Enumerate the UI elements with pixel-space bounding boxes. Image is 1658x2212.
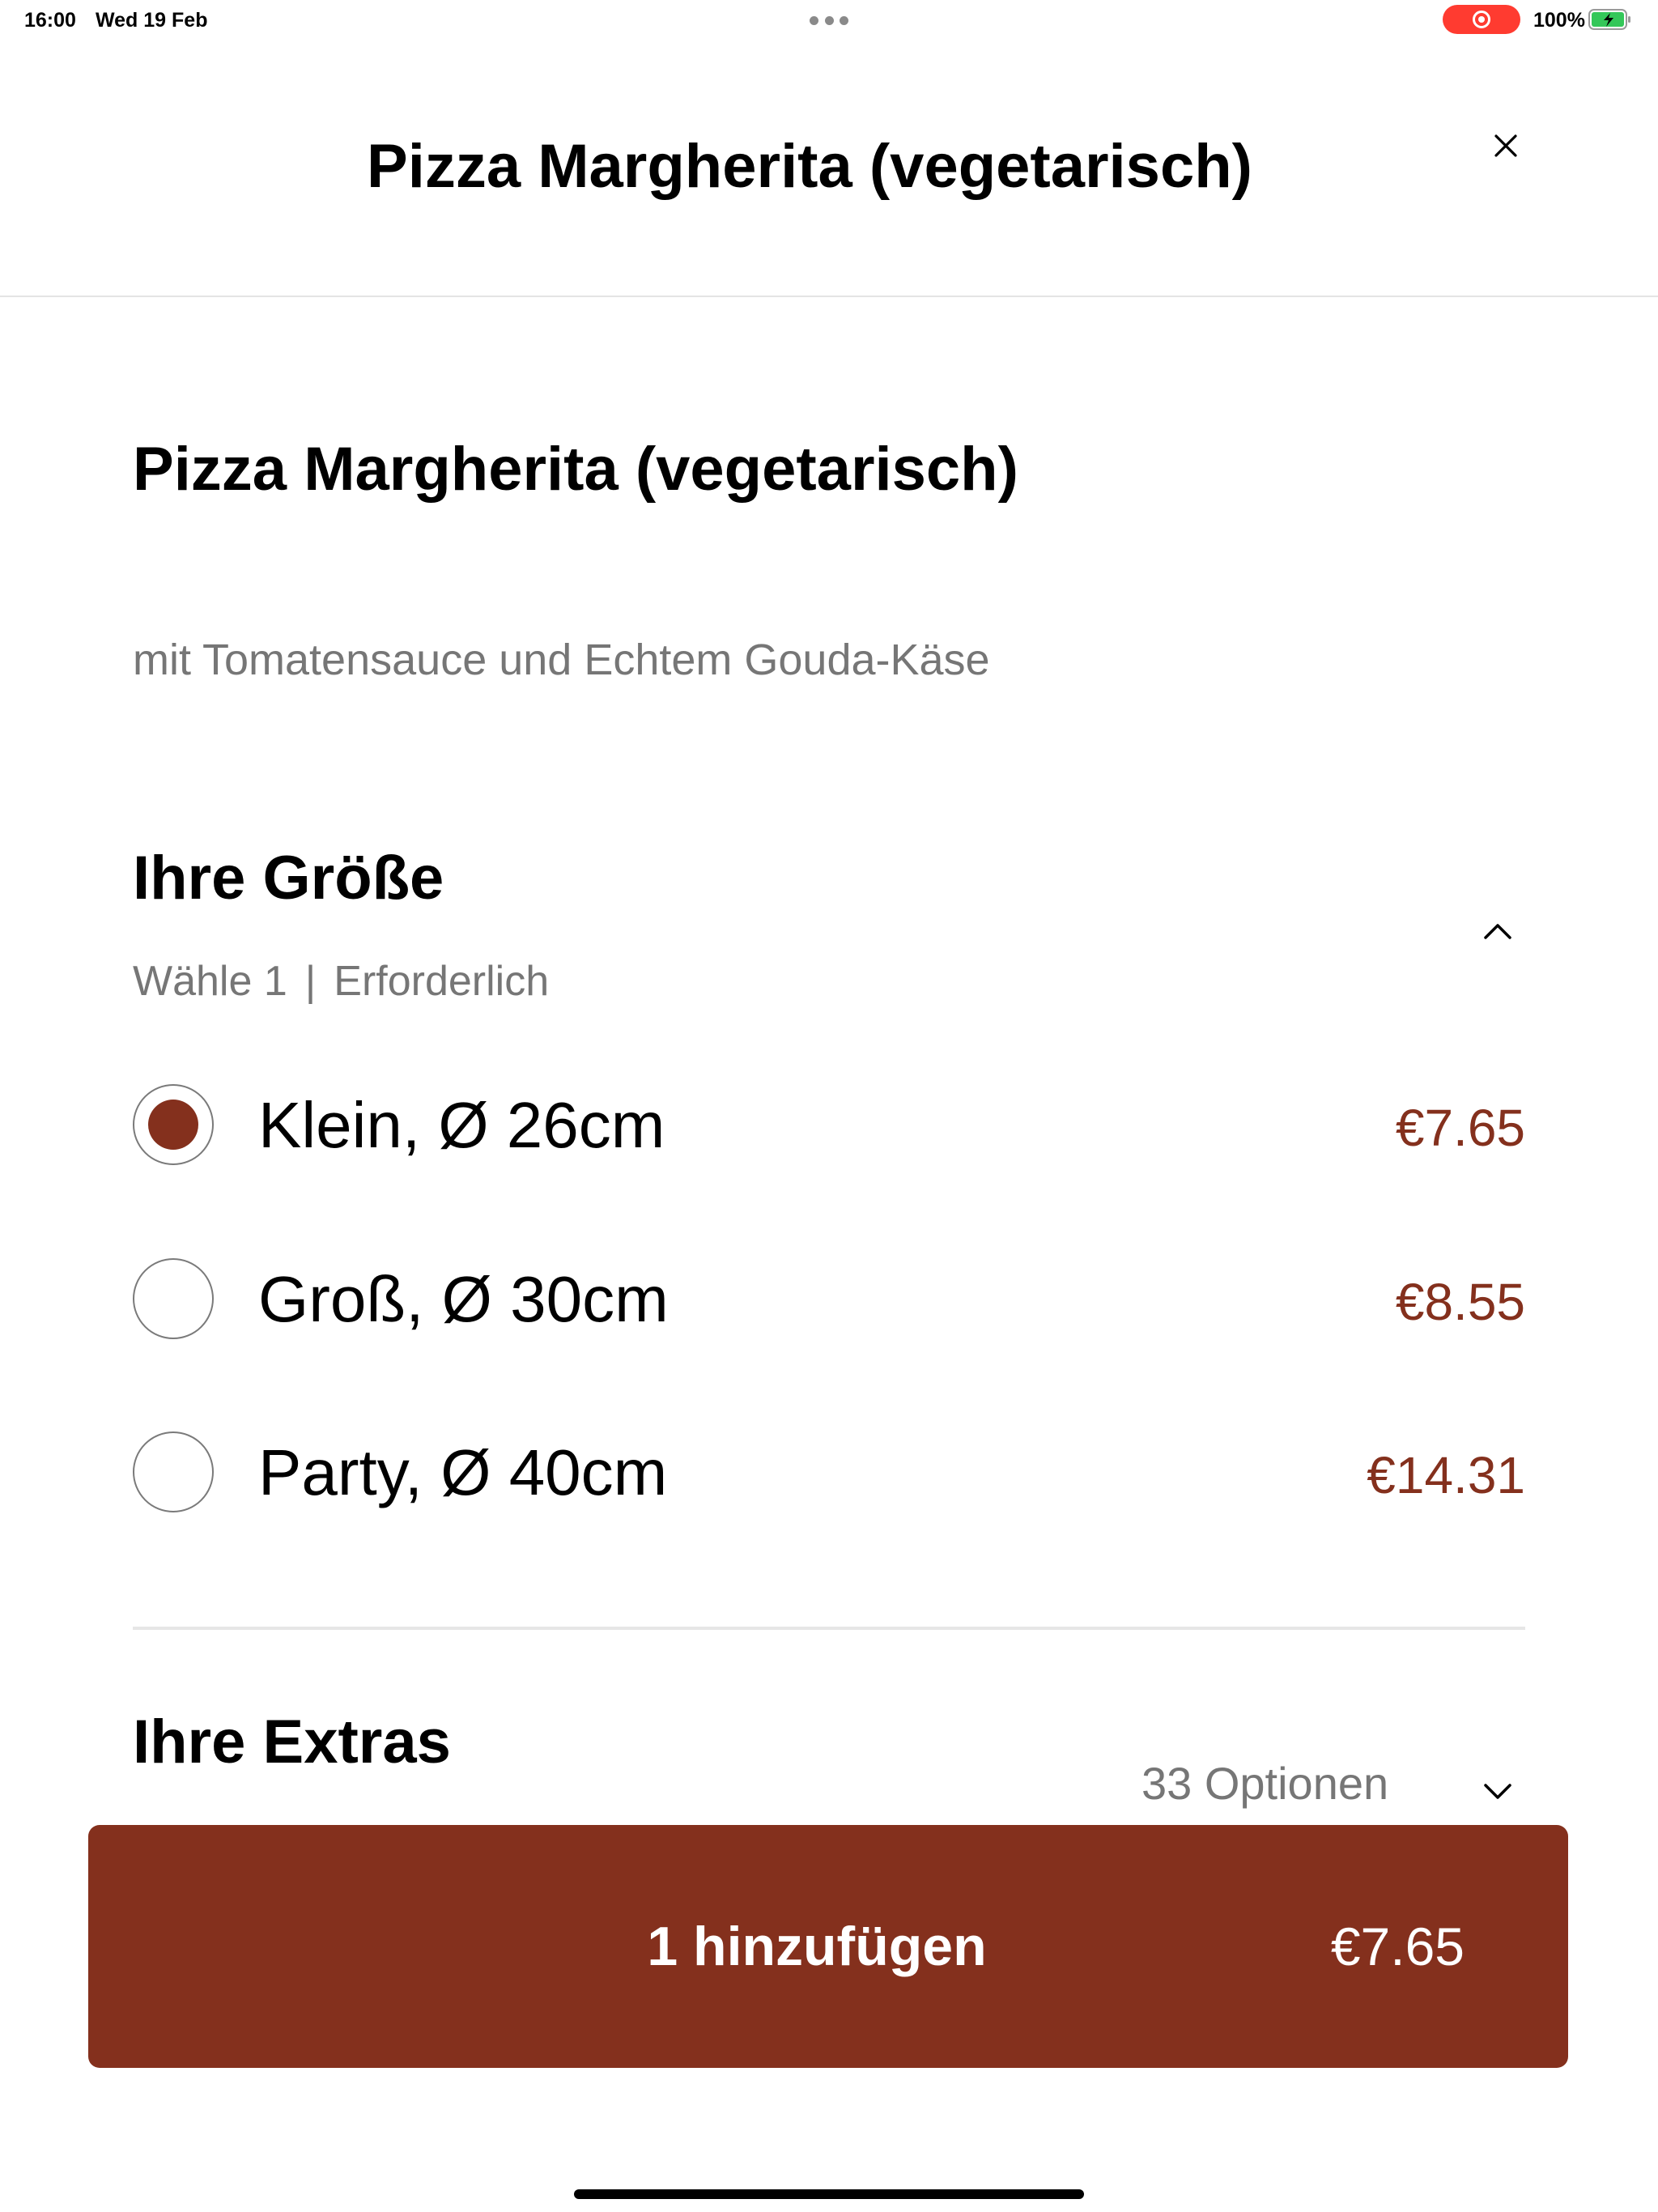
size-section-title: Ihre Größe xyxy=(133,844,444,912)
chevron-down-icon[interactable] xyxy=(1477,1775,1519,1807)
size-option-price: €7.65 xyxy=(1395,1099,1525,1157)
size-radio-klein[interactable] xyxy=(133,1084,214,1165)
size-radio-gross[interactable] xyxy=(133,1258,214,1339)
size-section-subtitle: Wähle 1 | Erforderlich xyxy=(133,951,549,1011)
item-title: Pizza Margherita (vegetarisch) xyxy=(133,435,1018,504)
section-divider xyxy=(133,1627,1525,1630)
extras-options-count[interactable]: 33 Optionen xyxy=(1141,1751,1388,1816)
size-option-label: Party, Ø 40cm xyxy=(258,1436,668,1508)
status-date: Wed 19 Feb xyxy=(96,9,208,32)
size-choose-label: Wähle 1 xyxy=(133,958,287,1005)
add-button-label: 1 hinzufügen xyxy=(647,1916,987,1977)
size-option-price: €14.31 xyxy=(1367,1446,1525,1504)
size-option-klein[interactable]: Klein, Ø 26cm €7.65 xyxy=(133,1081,1525,1170)
size-option-gross[interactable]: Groß, Ø 30cm €8.55 xyxy=(133,1255,1525,1344)
size-option-price: €8.55 xyxy=(1395,1273,1525,1331)
add-button-price: €7.65 xyxy=(1330,1916,1465,1976)
header-title: Pizza Margherita (vegetarisch) xyxy=(367,132,1252,201)
home-indicator[interactable] xyxy=(574,2189,1084,2199)
size-required-label: Erforderlich xyxy=(334,958,550,1005)
close-button[interactable] xyxy=(1486,125,1526,166)
chevron-up-icon[interactable] xyxy=(1477,915,1519,947)
size-radio-party[interactable] xyxy=(133,1431,214,1512)
subtitle-separator: | xyxy=(304,958,317,1005)
battery-percentage: 100% xyxy=(1533,9,1585,32)
close-icon xyxy=(1494,134,1517,157)
size-option-label: Klein, Ø 26cm xyxy=(258,1089,665,1161)
header-divider xyxy=(0,296,1658,297)
item-description: mit Tomatensauce und Echtem Gouda-Käse xyxy=(133,636,990,684)
radio-selected-dot xyxy=(148,1100,198,1150)
size-option-label: Groß, Ø 30cm xyxy=(258,1263,669,1335)
screen-recording-icon[interactable] xyxy=(1443,5,1520,34)
battery-charging-icon xyxy=(1588,9,1630,30)
status-time: 16:00 xyxy=(24,9,76,32)
extras-section-title: Ihre Extras xyxy=(133,1708,451,1776)
multitasking-dots-icon[interactable] xyxy=(810,8,848,32)
add-to-cart-button[interactable]: 1 hinzufügen €7.65 xyxy=(88,1825,1568,2068)
size-option-party[interactable]: Party, Ø 40cm €14.31 xyxy=(133,1428,1525,1517)
